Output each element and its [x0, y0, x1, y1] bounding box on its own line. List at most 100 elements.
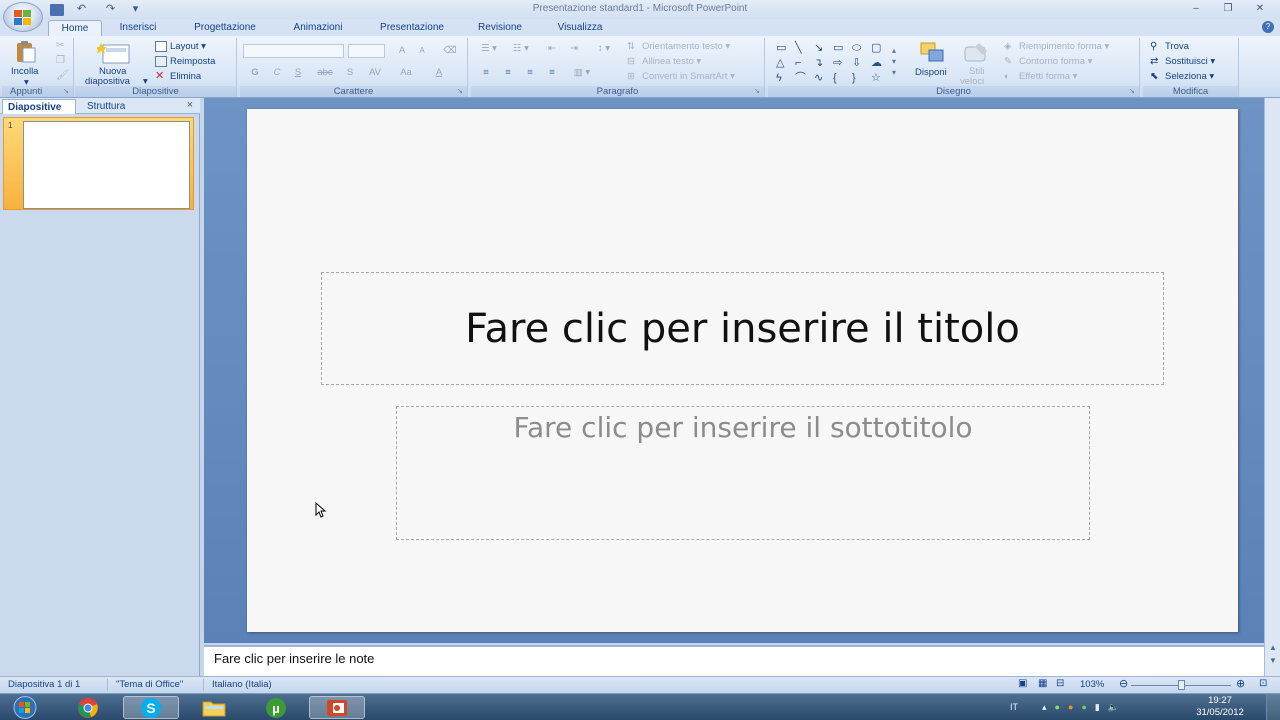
- rectangle-shape-icon[interactable]: ▭: [833, 43, 843, 54]
- elbow-arrow-icon[interactable]: ↴: [814, 58, 823, 69]
- zoom-slider-thumb[interactable]: [1178, 680, 1185, 690]
- shapes-gallery[interactable]: ▭ ╲ ↘ ▭ ⬭ ▢ △ ⌐ ↴ ⇨ ⇩ ☁ ϟ ⌒ ∿ { } ☆ ▴ ▾ ▾: [774, 41, 908, 85]
- taskbar-utorrent-button[interactable]: µ: [248, 696, 304, 719]
- clipboard-launcher-icon[interactable]: ↘: [63, 88, 71, 96]
- tab-animations[interactable]: Animazioni: [280, 20, 356, 36]
- tab-outline-pane[interactable]: Struttura: [87, 99, 147, 114]
- line-spacing-icon[interactable]: ↕ ▾: [591, 42, 617, 56]
- align-text-button[interactable]: ⊟ Allinea testo ▾: [627, 56, 701, 67]
- slideshow-view-icon[interactable]: ⊟: [1056, 678, 1064, 689]
- tab-slides-pane[interactable]: Diapositive: [2, 99, 76, 114]
- taskbar-chrome-button[interactable]: [60, 696, 116, 719]
- down-arrow-shape-icon[interactable]: ⇩: [852, 58, 861, 69]
- font-size-combobox[interactable]: [348, 44, 385, 58]
- arc-shape-icon[interactable]: ⌒: [795, 73, 806, 84]
- minimize-button[interactable]: –: [1180, 1, 1212, 17]
- curve-shape-icon[interactable]: ∿: [814, 73, 823, 84]
- bullets-icon[interactable]: ☰ ▾: [475, 42, 503, 56]
- tray-language[interactable]: IT: [1010, 702, 1018, 712]
- rounded-rect-shape-icon[interactable]: ▢: [871, 43, 881, 54]
- convert-smartart-button[interactable]: ⊞ Converti in SmartArt ▾: [627, 71, 735, 82]
- underline-button[interactable]: S: [289, 66, 307, 80]
- text-shadow-button[interactable]: S: [341, 66, 359, 80]
- layout-button[interactable]: Layout ▾: [155, 41, 206, 52]
- zoom-level[interactable]: 103%: [1080, 679, 1104, 690]
- new-slide-icon[interactable]: [97, 41, 131, 65]
- grow-font-button[interactable]: A: [393, 44, 411, 58]
- right-arrow-shape-icon[interactable]: ⇨: [833, 58, 842, 69]
- status-theme[interactable]: "Tema di Office": [116, 679, 183, 690]
- align-right-icon[interactable]: ≡: [521, 66, 539, 80]
- lightning-shape-icon[interactable]: ϟ: [776, 73, 782, 84]
- tray-chat-icon[interactable]: ●: [1055, 702, 1060, 712]
- find-button[interactable]: ⚲ Trova: [1150, 41, 1189, 52]
- zoom-out-icon[interactable]: ⊖: [1119, 677, 1128, 690]
- close-button[interactable]: ✕: [1244, 1, 1276, 17]
- oval-shape-icon[interactable]: ⬭: [852, 43, 861, 54]
- shape-fill-button[interactable]: ◈ Riempimento forma ▾: [1004, 41, 1109, 52]
- align-center-icon[interactable]: ≡: [499, 66, 517, 80]
- tray-network-icon[interactable]: ▮: [1095, 702, 1100, 713]
- scroll-next-slide-icon[interactable]: ▼: [1267, 656, 1279, 668]
- fit-to-window-icon[interactable]: ⊡: [1259, 678, 1267, 689]
- notes-placeholder[interactable]: Fare clic per inserire le note: [214, 651, 374, 666]
- columns-icon[interactable]: ▥ ▾: [567, 66, 597, 80]
- italic-button[interactable]: C: [268, 66, 286, 80]
- taskbar-powerpoint-button[interactable]: [309, 696, 365, 719]
- notes-pane[interactable]: Fare clic per inserire le note: [204, 645, 1264, 676]
- slide-sorter-icon[interactable]: ▦: [1038, 678, 1047, 689]
- elbow-connector-icon[interactable]: ⌐: [795, 58, 801, 69]
- vertical-scrollbar[interactable]: ▲ ▼: [1264, 98, 1280, 676]
- maximize-button[interactable]: ❐: [1212, 1, 1244, 17]
- cloud-shape-icon[interactable]: ☁: [871, 58, 882, 69]
- title-placeholder[interactable]: Fare clic per inserire il titolo: [321, 272, 1164, 385]
- tab-insert[interactable]: Inserisci: [108, 20, 168, 36]
- tab-home[interactable]: Home: [48, 20, 102, 36]
- justify-icon[interactable]: ≡: [543, 66, 561, 80]
- textbox-shape-icon[interactable]: ▭: [776, 43, 786, 54]
- triangle-shape-icon[interactable]: △: [776, 58, 784, 69]
- arrange-icon[interactable]: [918, 41, 948, 65]
- show-desktop-button[interactable]: [1266, 694, 1280, 720]
- zoom-in-icon[interactable]: ⊕: [1236, 677, 1245, 690]
- paragraph-launcher-icon[interactable]: ↘: [754, 88, 762, 96]
- tab-review[interactable]: Revisione: [467, 20, 533, 36]
- cut-icon[interactable]: ✂: [56, 40, 64, 51]
- replace-button[interactable]: ⇄ Sostituisci ▾: [1150, 56, 1215, 67]
- tray-avast-icon[interactable]: ●: [1068, 702, 1073, 712]
- format-painter-icon[interactable]: 🖌: [56, 70, 69, 81]
- shape-outline-button[interactable]: ✎ Contorno forma ▾: [1004, 56, 1092, 67]
- line-shape-icon[interactable]: ╲: [795, 43, 802, 54]
- taskbar-skype-button[interactable]: S: [123, 696, 179, 719]
- pane-close-icon[interactable]: ×: [187, 99, 193, 111]
- star-shape-icon[interactable]: ☆: [871, 73, 881, 84]
- slide-canvas[interactable]: Fare clic per inserire il titolo Fare cl…: [247, 109, 1238, 632]
- gallery-more-icon[interactable]: ▴ ▾ ▾: [892, 45, 896, 78]
- change-case-button[interactable]: Aa: [395, 66, 417, 80]
- increase-indent-icon[interactable]: ⇥: [565, 42, 583, 56]
- decrease-indent-icon[interactable]: ⇤: [543, 42, 561, 56]
- align-left-icon[interactable]: ≡: [477, 66, 495, 80]
- taskbar-clock[interactable]: 19:27 31/05/2012: [1185, 695, 1255, 719]
- shrink-font-button[interactable]: A: [413, 44, 431, 58]
- strikethrough-button[interactable]: abc: [314, 66, 336, 80]
- clear-format-icon[interactable]: ⌫: [440, 44, 460, 58]
- font-color-button[interactable]: A: [430, 66, 448, 80]
- slide-thumbnail[interactable]: [23, 121, 190, 209]
- tab-view[interactable]: Visualizza: [545, 20, 615, 36]
- tray-volume-icon[interactable]: 🔈: [1108, 702, 1119, 713]
- slide-thumbnail-item[interactable]: 1: [3, 117, 194, 210]
- bold-button[interactable]: G: [245, 66, 265, 80]
- select-button[interactable]: ⬉ Seleziona ▾: [1150, 71, 1214, 82]
- quick-styles-icon[interactable]: [961, 41, 991, 65]
- font-launcher-icon[interactable]: ↘: [457, 88, 465, 96]
- paste-icon[interactable]: [14, 40, 38, 64]
- shape-effects-button[interactable]: ◐ Effetti forma ▾: [1004, 71, 1077, 82]
- right-brace-shape-icon[interactable]: }: [852, 73, 856, 84]
- start-button-icon[interactable]: [6, 695, 44, 720]
- drawing-launcher-icon[interactable]: ↘: [1129, 88, 1137, 96]
- font-name-combobox[interactable]: [243, 44, 344, 58]
- tray-utorrent-icon[interactable]: ●: [1081, 702, 1086, 712]
- arrow-line-shape-icon[interactable]: ↘: [814, 43, 823, 54]
- tab-design[interactable]: Progettazione: [180, 20, 270, 36]
